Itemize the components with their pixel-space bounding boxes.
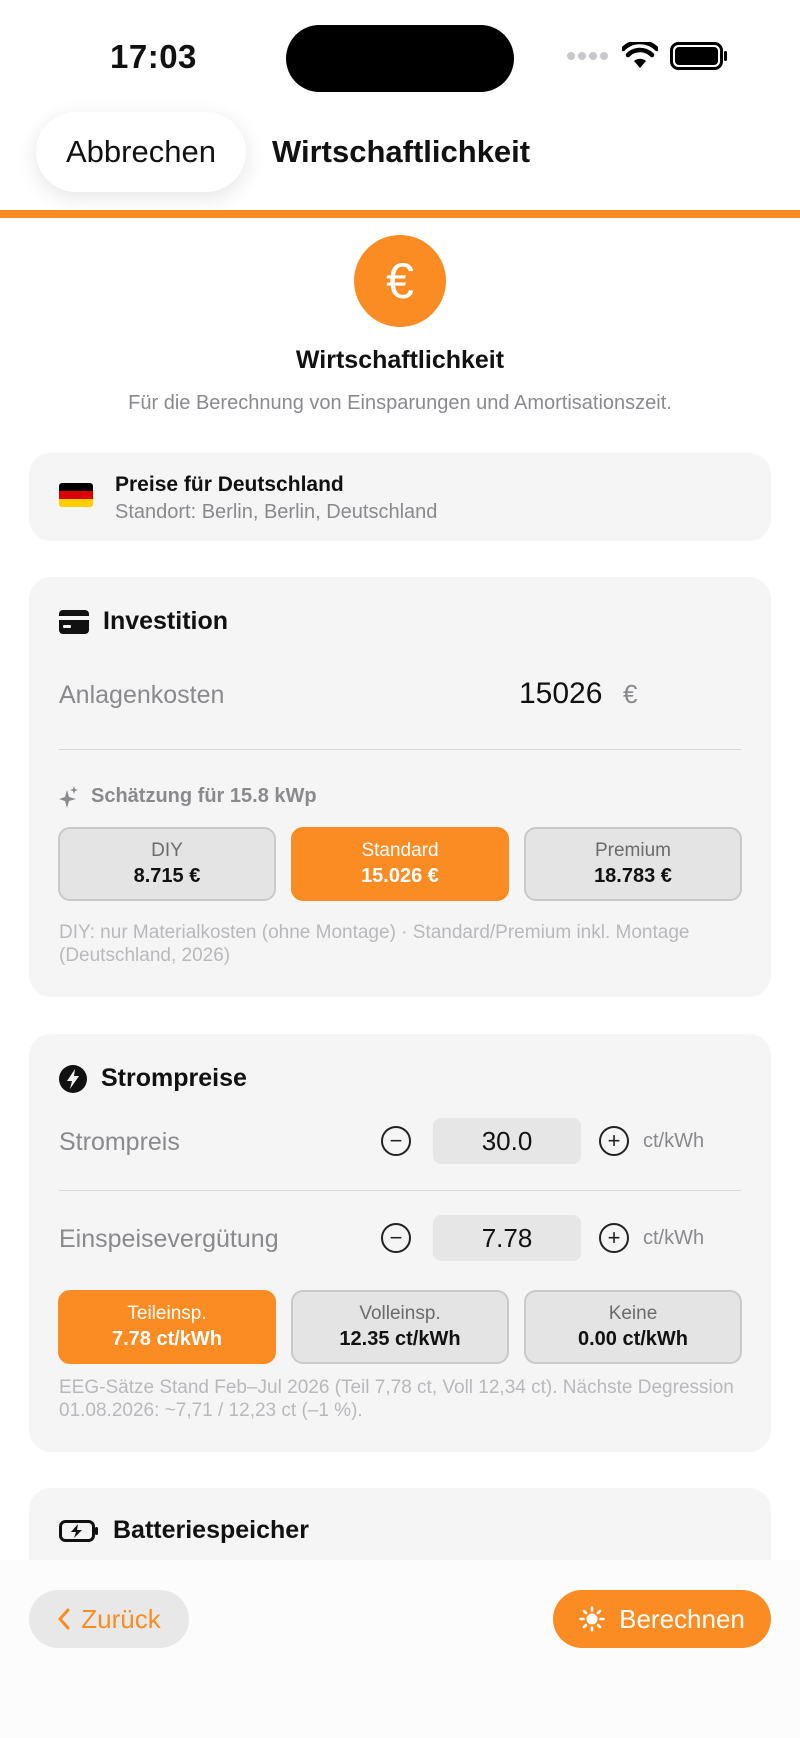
option-full-feed-in[interactable]: Volleinsp. 12.35 ct/kWh: [291, 1290, 509, 1364]
feed-in-input[interactable]: 7.78: [433, 1215, 581, 1261]
system-cost-label: Anlagenkosten: [59, 681, 225, 709]
battery-heading: Batteriespeicher: [113, 1516, 309, 1544]
cancel-button[interactable]: Abbrechen: [36, 112, 246, 192]
feed-in-label: Einspeisevergütung: [59, 1225, 279, 1253]
status-time: 17:03: [110, 38, 197, 75]
sparkles-icon: [59, 785, 78, 808]
back-label: Zurück: [81, 1603, 161, 1634]
option-name: Volleinsp.: [359, 1303, 441, 1324]
plus-icon[interactable]: +: [599, 1223, 629, 1253]
minus-icon[interactable]: −: [381, 1126, 411, 1156]
option-premium[interactable]: Premium 18.783 €: [524, 827, 742, 901]
investment-heading: Investition: [103, 607, 229, 635]
system-cost-input[interactable]: 15026: [519, 677, 602, 711]
option-partial-feed-in[interactable]: Teileinsp. 7.78 ct/kWh: [58, 1290, 276, 1364]
option-name: DIY: [151, 840, 183, 861]
plus-icon[interactable]: +: [599, 1126, 629, 1156]
sun-icon: [579, 1606, 605, 1632]
germany-flag-icon: [59, 483, 93, 507]
option-name: Keine: [608, 1303, 658, 1324]
euro-icon: €: [354, 235, 446, 327]
estimate-label: Schätzung für 15.8 kWp: [59, 785, 317, 808]
investment-note: DIY: nur Materialkosten (ohne Montage) ·…: [59, 922, 690, 966]
electricity-prices-card: Strompreise Strompreis − 30.0 + ct/kWh E…: [29, 1034, 771, 1452]
system-cost-unit: €: [623, 679, 638, 709]
bottom-action-bar: Zurück Berechnen: [0, 1560, 800, 1738]
investment-header: Investition: [59, 607, 228, 636]
option-value: 18.783 €: [594, 865, 672, 887]
credit-card-icon: [59, 609, 89, 634]
bolt-icon: [59, 1064, 87, 1093]
option-value: 7.78 ct/kWh: [111, 1328, 223, 1350]
option-value: 0.00 ct/kWh: [577, 1328, 689, 1350]
option-name: Standard: [361, 840, 439, 861]
feed-in-note: EEG-Sätze Stand Feb–Jul 2026 (Teil 7,78 …: [59, 1377, 734, 1421]
calculate-button[interactable]: Berechnen: [553, 1590, 771, 1648]
dynamic-island: [286, 25, 514, 92]
divider: [59, 749, 741, 750]
investment-card: Investition Anlagenkosten 15026 € Schätz…: [29, 577, 771, 997]
minus-icon[interactable]: −: [381, 1223, 411, 1253]
estimate-text: Schätzung für 15.8 kWp: [91, 785, 317, 807]
electricity-price-unit: ct/kWh: [643, 1129, 705, 1152]
status-bar: 17:03: [0, 0, 800, 110]
country-location: Standort: Berlin, Berlin, Deutschland: [115, 501, 438, 523]
battery-bolt-icon: [59, 1519, 98, 1542]
option-value: 15.026 €: [361, 865, 439, 887]
battery-status-icon: [670, 42, 727, 70]
option-name: Premium: [594, 840, 671, 861]
calculate-label: Berechnen: [619, 1603, 745, 1634]
wifi-icon: [622, 42, 658, 68]
electricity-price-label: Strompreis: [59, 1128, 180, 1156]
option-diy[interactable]: DIY 8.715 €: [58, 827, 276, 901]
feed-in-stepper: − 7.78 + ct/kWh: [381, 1215, 704, 1261]
nav-title: Wirtschaftlichkeit: [272, 134, 531, 169]
prices-header: Strompreise: [59, 1064, 247, 1093]
country-title: Preise für Deutschland: [115, 473, 344, 496]
country-card: Preise für Deutschland Standort: Berlin,…: [29, 453, 771, 541]
feed-in-unit: ct/kWh: [643, 1226, 705, 1249]
page-title: Wirtschaftlichkeit: [295, 346, 505, 374]
option-value: 8.715 €: [133, 865, 201, 887]
progress-bar: [0, 210, 800, 218]
option-value: 12.35 ct/kWh: [339, 1328, 461, 1350]
prices-heading: Strompreise: [101, 1064, 247, 1092]
divider: [59, 1190, 741, 1191]
back-button[interactable]: Zurück: [29, 1590, 189, 1648]
electricity-price-stepper: − 30.0 + ct/kWh: [381, 1118, 704, 1164]
status-icons: [566, 42, 728, 70]
nav-bar: Abbrechen Wirtschaftlichkeit: [0, 108, 800, 208]
signal-icon: [567, 52, 608, 60]
battery-header: Batteriespeicher: [59, 1516, 309, 1545]
page-subtitle: Für die Berechnung von Einsparungen und …: [128, 392, 672, 414]
chevron-left-icon: [58, 1608, 70, 1630]
option-name: Teileinsp.: [127, 1303, 207, 1324]
electricity-price-input[interactable]: 30.0: [433, 1118, 581, 1164]
option-standard[interactable]: Standard 15.026 €: [291, 827, 509, 901]
option-no-feed-in[interactable]: Keine 0.00 ct/kWh: [524, 1290, 742, 1364]
